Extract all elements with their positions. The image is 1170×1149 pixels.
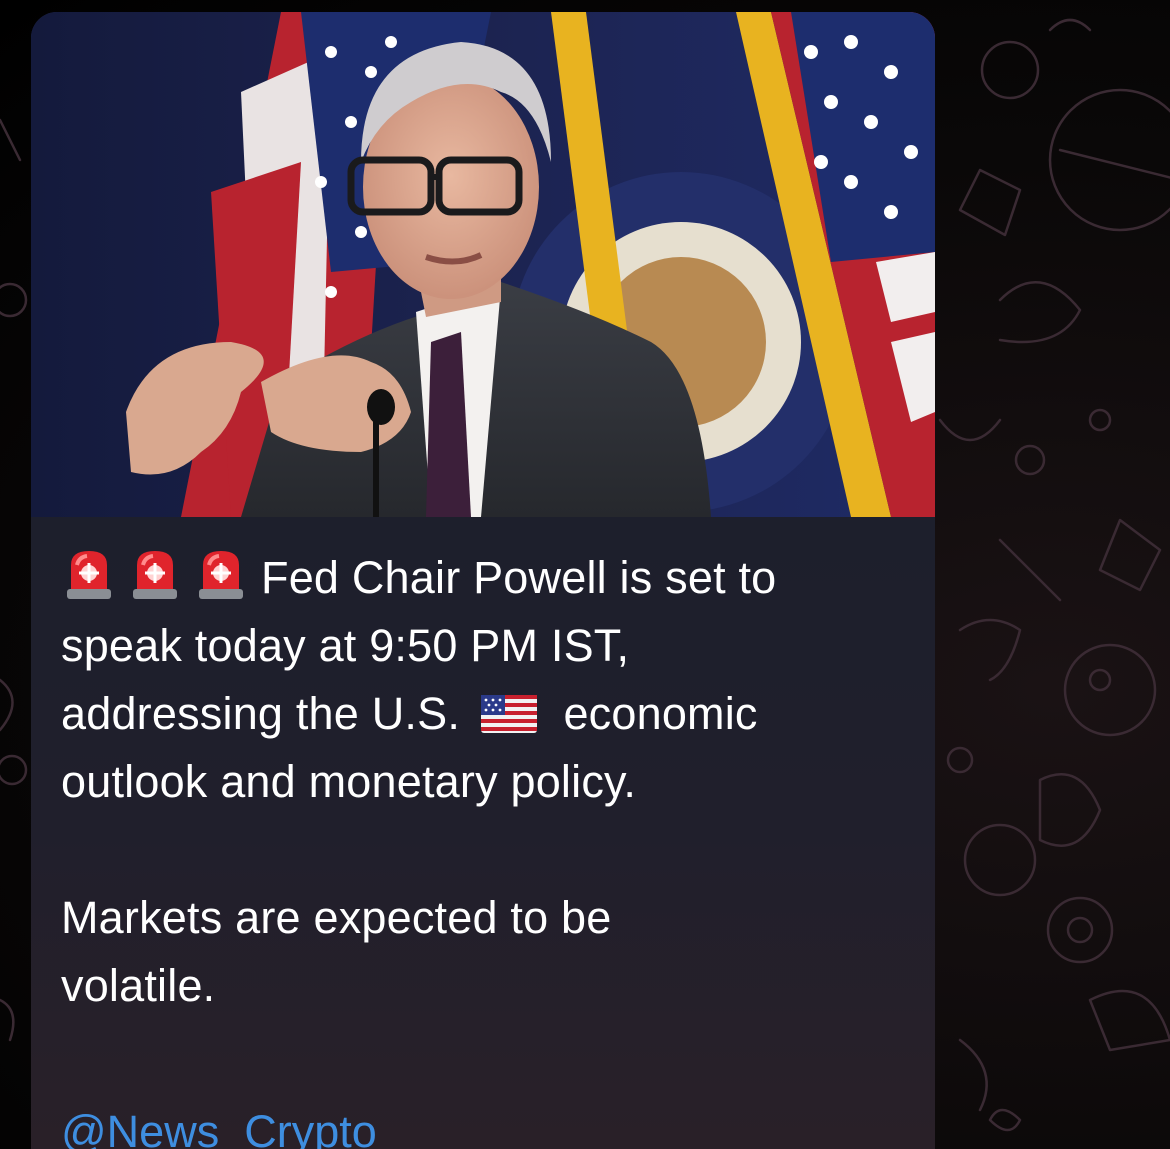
caption-line: economic — [563, 688, 758, 739]
message-text: Fed Chair Powell is set to speak today a… — [61, 544, 901, 1020]
caption-line: addressing the U.S. — [61, 688, 461, 739]
channel-mention-link[interactable]: @News_Crypto — [61, 1098, 377, 1149]
caption-line: Fed Chair Powell is set to — [261, 552, 777, 603]
alert-emoji-group — [61, 545, 249, 601]
rotating-light-icon — [133, 551, 177, 599]
rotating-light-icon — [199, 551, 243, 599]
press-conference-photo-illustration — [31, 12, 935, 517]
message-bubble[interactable]: Fed Chair Powell is set to speak today a… — [31, 12, 935, 1149]
caption-line: speak today at 9:50 PM IST, — [61, 620, 630, 671]
message-photo[interactable] — [31, 12, 935, 517]
rotating-light-icon — [67, 551, 111, 599]
chat-screen: Fed Chair Powell is set to speak today a… — [0, 0, 1170, 1149]
caption-line: outlook and monetary policy. — [61, 756, 637, 807]
caption-line: Markets are expected to be — [61, 892, 612, 943]
caption-line: volatile. — [61, 960, 216, 1011]
us-flag-icon — [480, 695, 537, 733]
